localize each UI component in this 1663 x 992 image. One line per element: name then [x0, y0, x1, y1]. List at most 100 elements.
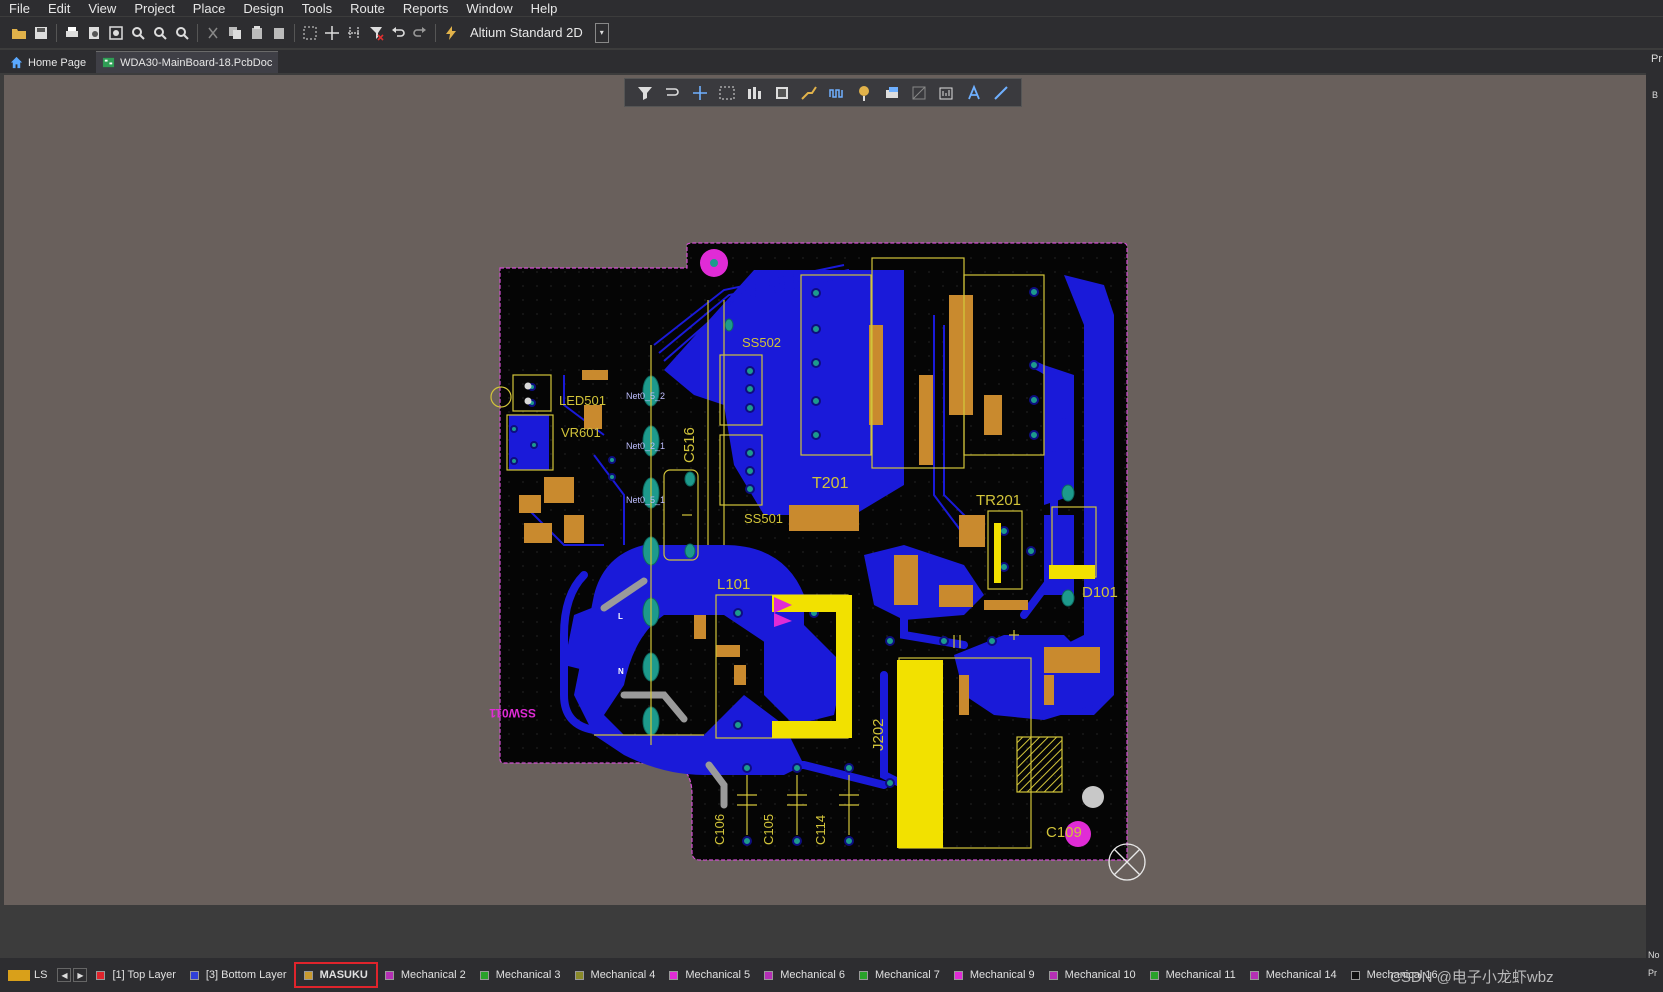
tab-home-page[interactable]: Home Page: [4, 52, 92, 73]
layer-list: [1] Top Layer [3] Bottom Layer MASUKU Mecha…: [89, 962, 1444, 988]
layer-color-swatch: [303, 970, 313, 980]
zoom-fit-selection-icon[interactable]: [173, 24, 191, 42]
menu-tools[interactable]: Tools: [293, 1, 341, 16]
pcb-doc-icon: [103, 57, 115, 68]
hatched-pad: [1017, 737, 1062, 792]
designator-tr201: TR201: [976, 492, 1021, 509]
length-tuning-icon[interactable]: [827, 83, 847, 103]
properties-panel-label: Pr: [1651, 53, 1662, 65]
line-icon[interactable]: [991, 83, 1011, 103]
move-selection-icon[interactable]: [345, 24, 363, 42]
route-icon[interactable]: [662, 83, 682, 103]
select-area-icon[interactable]: [301, 24, 319, 42]
paste-icon[interactable]: [248, 24, 266, 42]
pcb-canvas[interactable]: SS502 LED501 VR601 C516 T201 TR201 SS501…: [4, 75, 1646, 905]
view-mode-dropdown[interactable]: ▾: [594, 22, 609, 43]
zoom-area-icon[interactable]: [129, 24, 147, 42]
layer-color-swatch: [669, 970, 679, 980]
print-preview-icon[interactable]: [85, 24, 103, 42]
layer-color-swatch: [479, 970, 489, 980]
tab-label: WDA30-MainBoard-18.PcbDoc: [120, 56, 273, 69]
layer-next-icon[interactable]: ▶: [73, 968, 88, 982]
layer-tab-1-top-layer[interactable]: [1] Top Layer: [89, 964, 182, 986]
menu-edit[interactable]: Edit: [39, 1, 79, 16]
select-rect-icon[interactable]: [717, 83, 737, 103]
layer-set-button[interactable]: LS: [34, 969, 47, 981]
dimension-icon[interactable]: [936, 83, 956, 103]
menu-project[interactable]: Project: [125, 1, 183, 16]
layer-tab-mechanical-9[interactable]: Mechanical 9: [947, 964, 1042, 986]
layer-color-swatch: [189, 970, 199, 980]
menu-window[interactable]: Window: [457, 1, 521, 16]
zoom-fit-icon[interactable]: [107, 24, 125, 42]
designator-ss502: SS502: [742, 335, 781, 350]
undo-icon[interactable]: [389, 24, 407, 42]
zoom-selected-icon[interactable]: [151, 24, 169, 42]
save-icon[interactable]: [32, 24, 50, 42]
layer-tab-mechanical-6[interactable]: Mechanical 6: [757, 964, 852, 986]
menu-view[interactable]: View: [79, 1, 125, 16]
open-folder-icon[interactable]: [10, 24, 28, 42]
layer-color-swatch: [1350, 970, 1360, 980]
right-panel-strip[interactable]: Pr B No Pr: [1646, 50, 1663, 992]
layer-label: Mechanical 2: [400, 969, 466, 981]
layer-label: Mechanical 3: [495, 969, 561, 981]
print-icon[interactable]: [63, 24, 81, 42]
pcb-layout[interactable]: SS502 LED501 VR601 C516 T201 TR201 SS501…: [4, 75, 1646, 905]
layer-color-swatch: [1149, 970, 1159, 980]
deselect-icon[interactable]: [367, 24, 385, 42]
layer-tab-mechanical-7[interactable]: Mechanical 7: [852, 964, 947, 986]
layer-color-swatch: [953, 970, 963, 980]
layer-tab-mechanical-3[interactable]: Mechanical 3: [473, 964, 568, 986]
rubber-stamp-icon[interactable]: [270, 24, 288, 42]
tab-pcb-document[interactable]: WDA30-MainBoard-18.PcbDoc: [96, 51, 279, 73]
layer-tab-mechanical-5[interactable]: Mechanical 5: [662, 964, 757, 986]
home-icon: [10, 56, 23, 69]
menu-help[interactable]: Help: [522, 1, 567, 16]
mounting-hole-gray: [1082, 786, 1104, 808]
menu-bar: File Edit View Project Place Design Tools Route…: [0, 0, 1663, 16]
add-icon[interactable]: [690, 83, 710, 103]
cut-icon[interactable]: [204, 24, 222, 42]
layer-tab-masuku[interactable]: MASUKU: [293, 962, 378, 988]
layer-tab-mechanical-14[interactable]: Mechanical 14: [1243, 964, 1344, 986]
tab-label: Home Page: [28, 56, 87, 69]
layer-tab-mechanical-4[interactable]: Mechanical 4: [568, 964, 663, 986]
move-icon[interactable]: [323, 24, 341, 42]
menu-design[interactable]: Design: [234, 1, 292, 16]
copy-icon[interactable]: [226, 24, 244, 42]
layer-label: [1] Top Layer: [112, 969, 176, 981]
layer-tab-mechanical-11[interactable]: Mechanical 11: [1143, 964, 1243, 986]
layer-prev-icon[interactable]: ◀: [57, 968, 72, 982]
text-icon[interactable]: [964, 83, 984, 103]
layer-label: MASUKU: [319, 969, 368, 981]
current-layer-swatch[interactable]: [8, 969, 30, 981]
view-mode-label: Altium Standard 2D: [470, 25, 583, 40]
net-label: Net0_5_2: [626, 391, 665, 401]
via-icon[interactable]: [854, 83, 874, 103]
fill-icon[interactable]: [882, 83, 902, 103]
layer-tab-3-bottom-layer[interactable]: [3] Bottom Layer: [183, 964, 294, 986]
align-icon[interactable]: [744, 83, 764, 103]
silk-mirrored-text: SSW011: [489, 706, 536, 720]
menu-file[interactable]: File: [0, 1, 39, 16]
layer-tab-mechanical-10[interactable]: Mechanical 10: [1042, 964, 1143, 986]
polygon-icon[interactable]: [909, 83, 929, 103]
filter-icon[interactable]: [635, 83, 655, 103]
layer-color-swatch: [574, 970, 584, 980]
panel-sub-label: B: [1652, 90, 1659, 100]
menu-reports[interactable]: Reports: [394, 1, 458, 16]
designator-c109: C109: [1046, 824, 1082, 841]
pin-label-n: N: [618, 667, 624, 676]
quick-action-icon[interactable]: [442, 24, 460, 42]
menu-route[interactable]: Route: [341, 1, 394, 16]
menu-place[interactable]: Place: [184, 1, 235, 16]
interactive-routing-icon[interactable]: [799, 83, 819, 103]
component-icon[interactable]: [772, 83, 792, 103]
designator-led501: LED501: [559, 393, 606, 408]
redo-icon[interactable]: [411, 24, 429, 42]
designator-c106: C106: [712, 814, 727, 845]
net-label: Net0_5_1: [626, 495, 665, 505]
layer-tab-mechanical-2[interactable]: Mechanical 2: [378, 964, 473, 986]
layer-color-swatch: [1048, 970, 1058, 980]
